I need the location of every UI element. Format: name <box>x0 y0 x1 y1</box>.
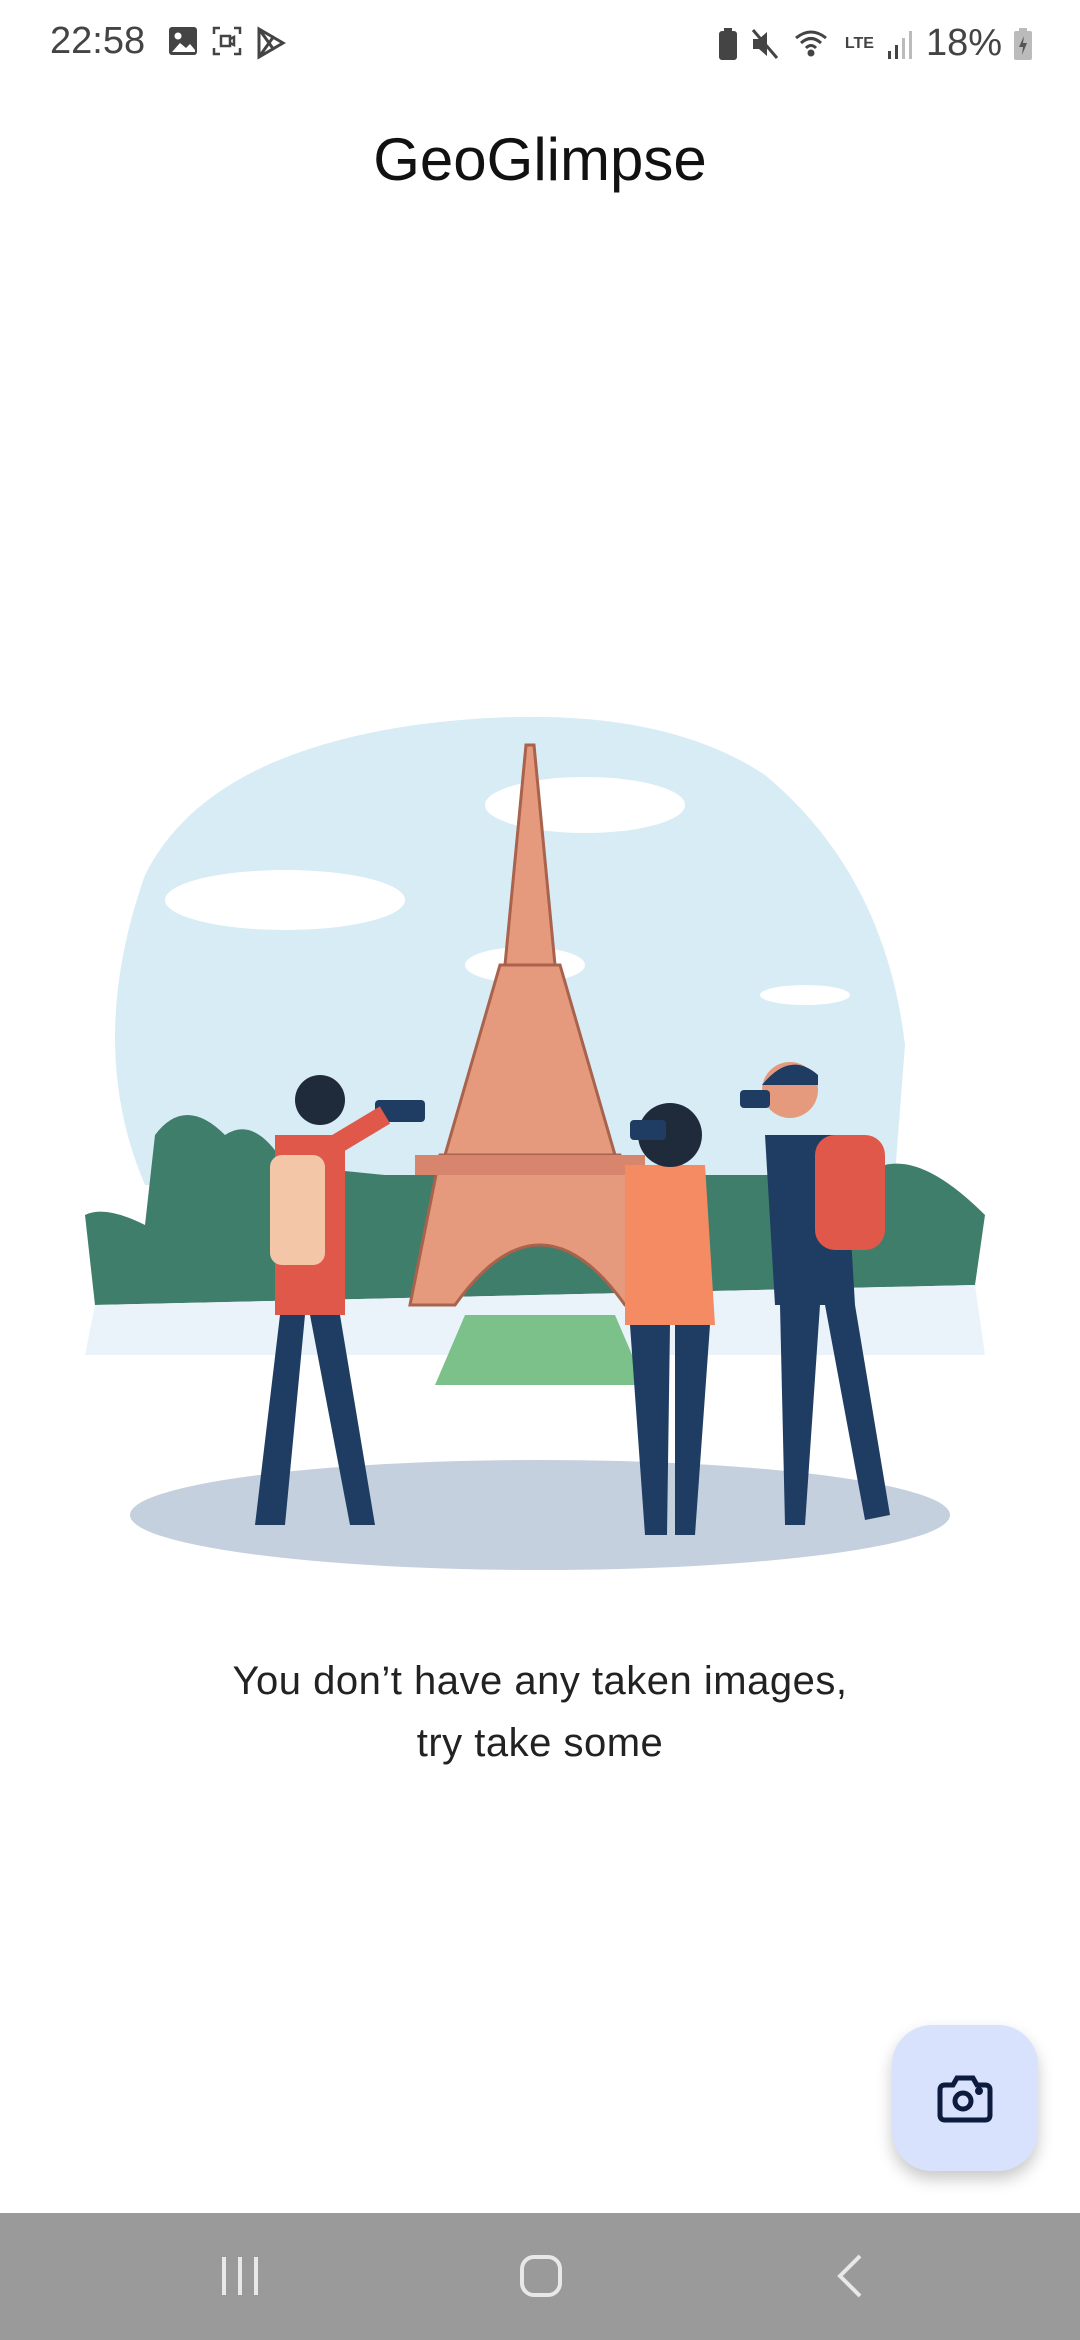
status-time: 22:58 <box>50 20 146 62</box>
take-photo-button[interactable] <box>892 2025 1038 2171</box>
home-button[interactable] <box>518 2251 564 2301</box>
play-store-icon <box>257 26 286 60</box>
screen-record-icon <box>212 26 242 56</box>
empty-state-illustration <box>85 716 985 1570</box>
empty-state-message: You don’t have any taken images, try tak… <box>0 1650 1080 1774</box>
gallery-icon <box>169 27 197 55</box>
empty-state-line1: You don’t have any taken images, <box>232 1659 848 1703</box>
signal-icon <box>887 30 912 59</box>
volte-label: LTE <box>844 34 874 52</box>
recent-apps-button[interactable] <box>218 2251 262 2301</box>
page-title: GeoGlimpse <box>373 126 707 193</box>
empty-state-line2: try take some <box>416 1721 664 1765</box>
mute-icon <box>751 28 779 59</box>
back-button[interactable] <box>830 2251 870 2301</box>
battery-saver-icon <box>718 27 737 60</box>
battery-charging-icon <box>1014 27 1032 60</box>
camera-icon <box>937 2075 993 2123</box>
battery-percent: 18% <box>925 22 1002 64</box>
status-bar: 22:58 LTE 18% <box>0 0 1080 90</box>
wifi-icon <box>794 30 827 56</box>
system-nav-bar <box>0 2213 1080 2340</box>
